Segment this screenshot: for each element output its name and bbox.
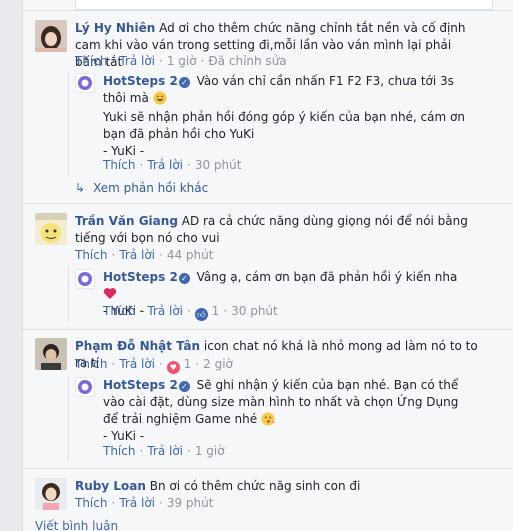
like-link[interactable]: Thích (103, 304, 135, 318)
replier-name[interactable]: HotSteps 2 (103, 74, 178, 88)
red-heart-icon (103, 287, 117, 300)
like-link[interactable]: Thích (75, 248, 107, 262)
reply-link[interactable]: Trả lời (119, 496, 155, 510)
kissing-emoji-icon (261, 412, 275, 426)
avatar[interactable] (35, 478, 67, 510)
timestamp[interactable]: 30 phút (231, 304, 278, 318)
avatar[interactable] (75, 73, 95, 93)
view-more-replies[interactable]: ↳ Xem phản hồi khác (75, 181, 208, 195)
reply-actions: Thích · Trả lời · 👍︎ 1 · 30 phút (103, 304, 278, 321)
reply-body: HotSteps 2 ✓ Vào ván chỉ cần nhấn F1 F2 F… (103, 73, 473, 160)
reply-rail (68, 266, 69, 322)
grinning-emoji-icon (153, 91, 167, 105)
divider (22, 329, 513, 330)
reply-text: Vâng ạ, cám ơn bạn đã phản hồi ý kiến nh… (196, 270, 458, 284)
reply-link[interactable]: Trả lời (147, 304, 183, 318)
replier-name[interactable]: HotSteps 2 (103, 270, 178, 284)
divider (22, 10, 513, 11)
commenter-name[interactable]: Trần Văn Giang (75, 214, 178, 228)
commenter-name[interactable]: Phạm Đỗ Nhật Tân (75, 339, 200, 353)
reply-text-2: Yuki sẽ nhận phản hồi đóng góp ý kiến củ… (103, 110, 465, 141)
comment-body: Trần Văn Giang AD ra cả chức năng dùng g… (75, 213, 475, 247)
reply-actions: Thích · Trả lời · 1 giờ (103, 444, 225, 458)
timestamp[interactable]: 39 phút (167, 496, 214, 510)
reply-signature: - YuKi - (103, 429, 145, 443)
avatar[interactable] (35, 213, 67, 245)
avatar[interactable] (35, 20, 67, 52)
reply-link[interactable]: Trả lời (147, 444, 183, 458)
verified-badge-icon: ✓ (178, 273, 190, 284)
reaction-count[interactable]: 1 (212, 304, 220, 318)
replier-name[interactable]: HotSteps 2 (103, 378, 178, 392)
avatar[interactable] (75, 377, 95, 397)
divider (22, 468, 513, 469)
timestamp[interactable]: 30 phút (195, 158, 242, 172)
comment-actions: Thích · Trả lời · 44 phút (75, 248, 214, 262)
like-link[interactable]: Thích (103, 444, 135, 458)
commenter-name[interactable]: Lý Hy Nhiên (75, 21, 155, 35)
timestamp[interactable]: 2 giờ (203, 357, 233, 371)
reply-arrow-icon: ↳ (75, 181, 86, 195)
like-link[interactable]: Thích (75, 496, 107, 510)
comment-text: Bn ơi có thêm chức năg sinh con đi (149, 479, 361, 493)
like-link[interactable]: Thích (75, 54, 107, 68)
timestamp[interactable]: 44 phút (167, 248, 214, 262)
love-reaction-icon[interactable]: ♥ (166, 361, 180, 374)
reply-actions: Thích · Trả lời · 30 phút (103, 158, 242, 172)
comment-body: Ruby Loan Bn ơi có thêm chức năg sinh co… (75, 478, 475, 495)
comment-actions: Thích · Trả lời · 39 phút (75, 496, 214, 510)
like-link[interactable]: Thích (103, 158, 135, 172)
reply-rail (68, 375, 69, 461)
verified-badge-icon: ✓ (178, 381, 190, 392)
timestamp[interactable]: 1 giờ (167, 54, 197, 68)
reply-body: HotSteps 2 ✓ Sẽ ghi nhận ý kiến của bạn n… (103, 377, 473, 445)
edited-label[interactable]: Đã chỉnh sửa (208, 54, 286, 68)
comment-actions: Thích · Trả lời · ♥ 1 · 2 giờ (75, 357, 233, 374)
reply-rail (68, 72, 69, 177)
verified-badge-icon: ✓ (178, 77, 190, 88)
reply-link[interactable]: Trả lời (147, 158, 183, 172)
reply-link[interactable]: Trả lời (119, 357, 155, 371)
timestamp[interactable]: 1 giờ (195, 444, 225, 458)
avatar[interactable] (35, 338, 67, 370)
reply-link[interactable]: Trả lời (119, 54, 155, 68)
like-link[interactable]: Thích (75, 357, 107, 371)
divider (22, 203, 513, 204)
view-more-label[interactable]: Xem phản hồi khác (93, 181, 208, 195)
like-reaction-icon[interactable]: 👍︎ (194, 308, 208, 321)
comment-actions: Thích · Trả lời · 1 giờ · Đã chỉnh sửa (75, 54, 287, 68)
reply-link[interactable]: Trả lời (119, 248, 155, 262)
reaction-count[interactable]: 1 (184, 357, 192, 371)
avatar[interactable] (75, 269, 95, 289)
write-comment-link[interactable]: Viết bình luận (35, 519, 118, 531)
previous-comment-box (75, 0, 493, 10)
commenter-name[interactable]: Ruby Loan (75, 479, 146, 493)
